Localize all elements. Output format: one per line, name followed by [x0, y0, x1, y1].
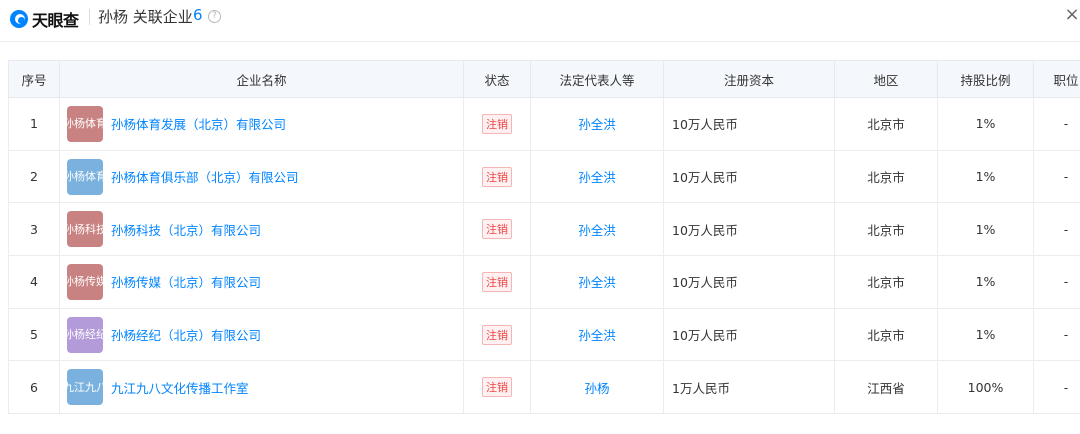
related-companies-table: 序号 企业名称 状态 法定代表人等 注册资本 地区 持股比例 职位 1 孙杨体育 孙杨体育发展（北… — [8, 60, 1080, 415]
representative-cell: 孙杨 — [530, 360, 664, 415]
company-cell: 孙杨科技 孙杨科技（北京）有限公司 — [59, 202, 464, 257]
legal-representative-link[interactable]: 孙全洪 — [578, 223, 616, 238]
table-body: 1 孙杨体育 孙杨体育发展（北京）有限公司 注销 孙全洪 10万人民币 北京市 1% -2 孙杨体… — [8, 97, 1080, 415]
shareholding: 1% — [937, 202, 1034, 257]
table-row: 2 孙杨体育 孙杨体育俱乐部（北京）有限公司 注销 孙全洪 10万人民币 北京市 1% - — [8, 149, 1080, 204]
position: - — [1033, 97, 1080, 151]
representative-cell: 孙全洪 — [530, 97, 664, 151]
region: 北京市 — [834, 202, 938, 257]
position: - — [1033, 307, 1080, 362]
representative-cell: 孙全洪 — [530, 255, 664, 309]
company-name-link[interactable]: 孙杨体育发展（北京）有限公司 — [111, 114, 286, 133]
row-index: 3 — [8, 202, 60, 257]
company-cell: 九江九八 九江九八文化传播工作室 — [59, 360, 464, 415]
company-cell: 孙杨体育 孙杨体育俱乐部（北京）有限公司 — [59, 149, 464, 204]
header-col-position: 职位 — [1033, 60, 1080, 98]
company-name-link[interactable]: 孙杨经纪（北京）有限公司 — [111, 325, 261, 344]
status-badge: 注销 — [482, 271, 512, 292]
shareholding: 1% — [937, 149, 1034, 204]
status-badge: 注销 — [482, 166, 512, 187]
table-row: 5 孙杨经纪 孙杨经纪（北京）有限公司 注销 孙全洪 10万人民币 北京市 1% - — [8, 307, 1080, 362]
company-logo-badge[interactable]: 孙杨科技 — [63, 211, 107, 248]
header-col-status: 状态 — [463, 60, 531, 98]
company-name-link[interactable]: 孙杨传媒（北京）有限公司 — [111, 272, 261, 291]
row-index: 6 — [8, 360, 60, 415]
status-badge: 注销 — [482, 113, 512, 134]
shareholding: 1% — [937, 307, 1034, 362]
shareholding: 100% — [937, 360, 1034, 415]
logo-icon — [10, 10, 28, 28]
status-cell: 注销 — [463, 149, 531, 204]
header-col-shareholding: 持股比例 — [937, 60, 1034, 98]
company-name-link[interactable]: 九江九八文化传播工作室 — [111, 378, 249, 397]
region: 北京市 — [834, 149, 938, 204]
company-logo-badge[interactable]: 孙杨体育 — [63, 158, 107, 195]
region: 北京市 — [834, 255, 938, 309]
position: - — [1033, 255, 1080, 309]
legal-representative-link[interactable]: 孙杨 — [584, 381, 609, 396]
table-header-row: 序号 企业名称 状态 法定代表人等 注册资本 地区 持股比例 职位 — [8, 60, 1080, 98]
header-col-region: 地区 — [834, 60, 938, 98]
row-index: 2 — [8, 149, 60, 204]
status-cell: 注销 — [463, 255, 531, 309]
legal-representative-link[interactable]: 孙全洪 — [578, 275, 616, 290]
shareholding: 1% — [937, 255, 1034, 309]
company-cell: 孙杨传媒 孙杨传媒（北京）有限公司 — [59, 255, 464, 309]
status-cell: 注销 — [463, 202, 531, 257]
registered-capital: 10万人民币 — [663, 255, 835, 309]
row-index: 1 — [8, 97, 60, 151]
table-row: 4 孙杨传媒 孙杨传媒（北京）有限公司 注销 孙全洪 10万人民币 北京市 1% - — [8, 255, 1080, 309]
company-cell: 孙杨经纪 孙杨经纪（北京）有限公司 — [59, 307, 464, 362]
status-cell: 注销 — [463, 307, 531, 362]
dialog-title: 孙杨 关联企业 — [98, 8, 193, 26]
dialog-header: 天眼查 孙杨 关联企业 6 ? × — [0, 0, 1080, 42]
representative-cell: 孙全洪 — [530, 307, 664, 362]
header-col-registered-capital: 注册资本 — [663, 60, 835, 98]
company-logo-badge[interactable]: 孙杨经纪 — [63, 316, 107, 353]
registered-capital: 1万人民币 — [663, 360, 835, 415]
legal-representative-link[interactable]: 孙全洪 — [578, 328, 616, 343]
header-col-legal-representative: 法定代表人等 — [530, 60, 664, 98]
position: - — [1033, 360, 1080, 415]
registered-capital: 10万人民币 — [663, 97, 835, 151]
shareholding: 1% — [937, 97, 1034, 151]
position: - — [1033, 202, 1080, 257]
registered-capital: 10万人民币 — [663, 202, 835, 257]
row-index: 4 — [8, 255, 60, 309]
registered-capital: 10万人民币 — [663, 307, 835, 362]
tianyancha-logo[interactable]: 天眼查 — [10, 7, 79, 31]
table-row: 1 孙杨体育 孙杨体育发展（北京）有限公司 注销 孙全洪 10万人民币 北京市 1% - — [8, 97, 1080, 151]
position: - — [1033, 149, 1080, 204]
close-button[interactable]: × — [1062, 4, 1080, 26]
region: 北京市 — [834, 97, 938, 151]
header-col-company-name: 企业名称 — [59, 60, 464, 98]
representative-cell: 孙全洪 — [530, 202, 664, 257]
row-index: 5 — [8, 307, 60, 362]
legal-representative-link[interactable]: 孙全洪 — [578, 117, 616, 132]
company-cell: 孙杨体育 孙杨体育发展（北京）有限公司 — [59, 97, 464, 151]
company-logo-badge[interactable]: 孙杨体育 — [63, 105, 107, 142]
company-logo-badge[interactable]: 孙杨传媒 — [63, 263, 107, 300]
logo-text: 天眼查 — [32, 11, 79, 30]
status-badge: 注销 — [482, 324, 512, 345]
header-divider — [89, 9, 90, 25]
header-col-index: 序号 — [8, 60, 60, 98]
region: 北京市 — [834, 307, 938, 362]
region: 江西省 — [834, 360, 938, 415]
status-badge: 注销 — [482, 377, 512, 398]
representative-cell: 孙全洪 — [530, 149, 664, 204]
table-row: 3 孙杨科技 孙杨科技（北京）有限公司 注销 孙全洪 10万人民币 北京市 1% - — [8, 202, 1080, 257]
help-icon[interactable]: ? — [208, 10, 221, 23]
status-cell: 注销 — [463, 97, 531, 151]
table-row: 6 九江九八 九江九八文化传播工作室 注销 孙杨 1万人民币 江西省 100% - — [8, 360, 1080, 415]
related-company-count: 6 — [193, 6, 203, 24]
status-cell: 注销 — [463, 360, 531, 415]
registered-capital: 10万人民币 — [663, 149, 835, 204]
legal-representative-link[interactable]: 孙全洪 — [578, 170, 616, 185]
company-name-link[interactable]: 孙杨科技（北京）有限公司 — [111, 220, 261, 239]
company-name-link[interactable]: 孙杨体育俱乐部（北京）有限公司 — [111, 167, 299, 186]
company-logo-badge[interactable]: 九江九八 — [63, 369, 107, 406]
status-badge: 注销 — [482, 219, 512, 240]
